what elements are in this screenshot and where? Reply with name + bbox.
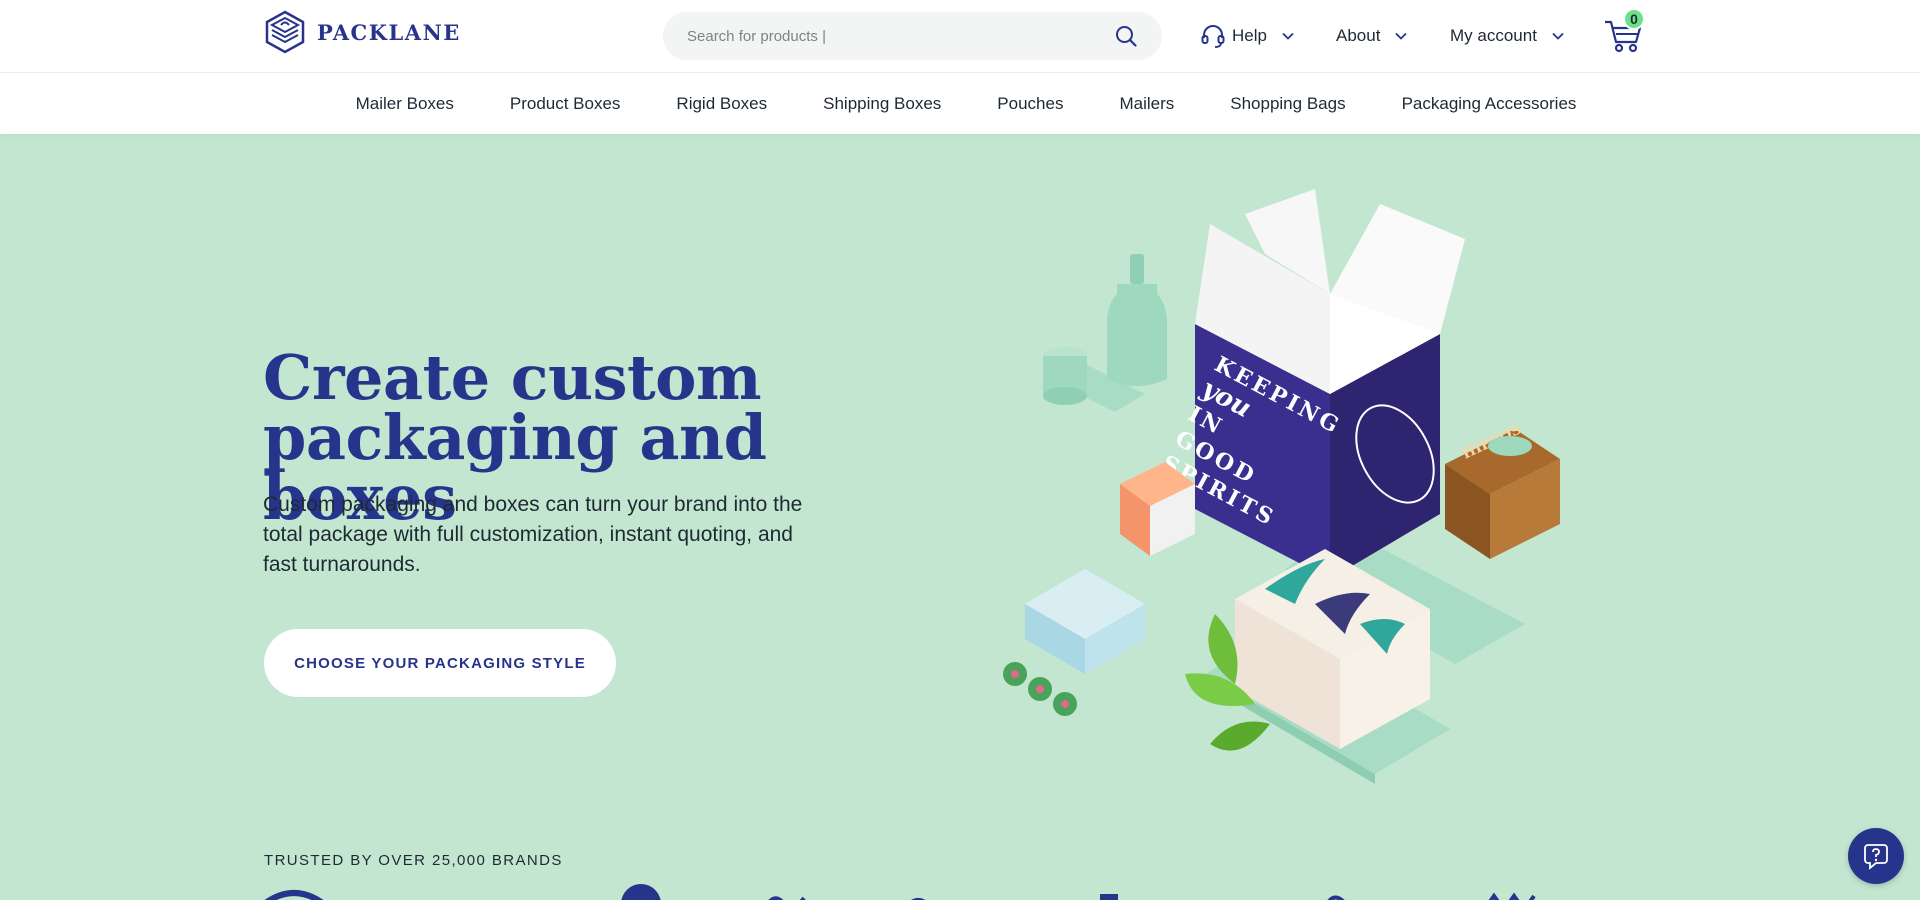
hero-section: Create custom packaging and boxes Custom… — [0, 134, 1920, 900]
brand-logos-strip — [264, 884, 1536, 900]
nav-help[interactable]: Help — [1200, 0, 1295, 72]
chevron-down-icon — [1552, 32, 1564, 40]
category-mailer-boxes[interactable]: Mailer Boxes — [356, 94, 454, 114]
cart-count-badge: 0 — [1623, 8, 1645, 30]
help-chat-button[interactable] — [1848, 828, 1904, 884]
cart-button[interactable]: 0 — [1603, 8, 1647, 54]
search-icon[interactable] — [1114, 24, 1138, 48]
brand-logo — [621, 884, 661, 900]
category-pouches[interactable]: Pouches — [997, 94, 1063, 114]
logo-text: PACKLANE — [317, 19, 461, 45]
chevron-down-icon — [1395, 32, 1408, 40]
top-header: PACKLANE Help About My account — [0, 0, 1920, 72]
search-bar — [663, 12, 1162, 60]
category-product-boxes[interactable]: Product Boxes — [510, 94, 621, 114]
chevron-down-icon — [1282, 32, 1294, 40]
logo[interactable]: PACKLANE — [263, 10, 461, 54]
category-rigid-boxes[interactable]: Rigid Boxes — [676, 94, 767, 114]
nav-my-account[interactable]: My account — [1450, 0, 1565, 72]
help-chat-icon — [1864, 844, 1888, 870]
hero-packaging-illustration: KEEPING you IN GOOD SPIRITS HIPPOS — [1003, 189, 1560, 784]
choose-packaging-style-button[interactable]: CHOOSE YOUR PACKAGING STYLE — [264, 629, 616, 697]
brand-logo — [1488, 892, 1536, 900]
brand-logo — [1100, 894, 1118, 900]
nav-about-label: About — [1336, 26, 1381, 45]
hero-subtitle: Custom packaging and boxes can turn your… — [263, 493, 803, 576]
category-shopping-bags[interactable]: Shopping Bags — [1230, 94, 1345, 114]
brand-logo — [264, 890, 324, 900]
nav-help-label: Help — [1232, 26, 1267, 45]
nav-my-account-label: My account — [1450, 26, 1537, 45]
category-packaging-accessories[interactable]: Packaging Accessories — [1402, 94, 1577, 114]
nav-about[interactable]: About — [1336, 0, 1408, 72]
logo-icon — [265, 10, 305, 54]
trusted-brands-label: TRUSTED BY OVER 25,000 BRANDS — [264, 852, 563, 869]
search-input[interactable] — [687, 27, 1114, 45]
headset-icon — [1201, 25, 1225, 48]
category-nav: Mailer Boxes Product Boxes Rigid Boxes S… — [0, 72, 1920, 134]
category-shipping-boxes[interactable]: Shipping Boxes — [823, 94, 941, 114]
category-mailers[interactable]: Mailers — [1119, 94, 1174, 114]
